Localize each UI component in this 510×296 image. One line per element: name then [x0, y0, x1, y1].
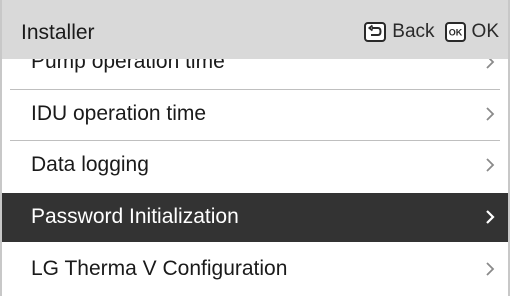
ok-label: OK — [471, 21, 499, 42]
chevron-right-icon — [486, 158, 495, 172]
chevron-right-icon — [486, 262, 495, 276]
chevron-right-icon — [486, 210, 495, 224]
back-label: Back — [392, 21, 435, 42]
divider — [10, 89, 500, 90]
menu-item-password-initialization[interactable]: Password Initialization — [0, 193, 510, 242]
menu-item-label: Password Initialization — [31, 205, 239, 228]
divider — [10, 140, 500, 141]
page-title: Installer — [21, 21, 95, 44]
menu-item-label: LG Therma V Configuration — [31, 257, 288, 280]
menu-item-idu-operation-time[interactable]: IDU operation time — [0, 90, 510, 138]
back-button[interactable]: Back — [364, 19, 435, 45]
header-actions: Back OK OK — [364, 19, 499, 45]
screen-frame-left — [0, 0, 2, 296]
header-bar: Installer Back OK OK — [0, 0, 510, 59]
installer-screen: Installer Back OK OK Pump operation time… — [0, 0, 510, 296]
back-key-icon — [364, 22, 387, 42]
menu-item-label: Data logging — [31, 153, 149, 176]
ok-button[interactable]: OK OK — [444, 19, 499, 45]
menu-item-lg-therma-v-configuration[interactable]: LG Therma V Configuration — [0, 245, 510, 293]
chevron-right-icon — [486, 107, 495, 121]
ok-key-glyph: OK — [448, 28, 462, 38]
ok-key-icon: OK — [444, 22, 466, 42]
menu-item-data-logging[interactable]: Data logging — [0, 141, 510, 189]
menu-item-label: IDU operation time — [31, 102, 207, 125]
